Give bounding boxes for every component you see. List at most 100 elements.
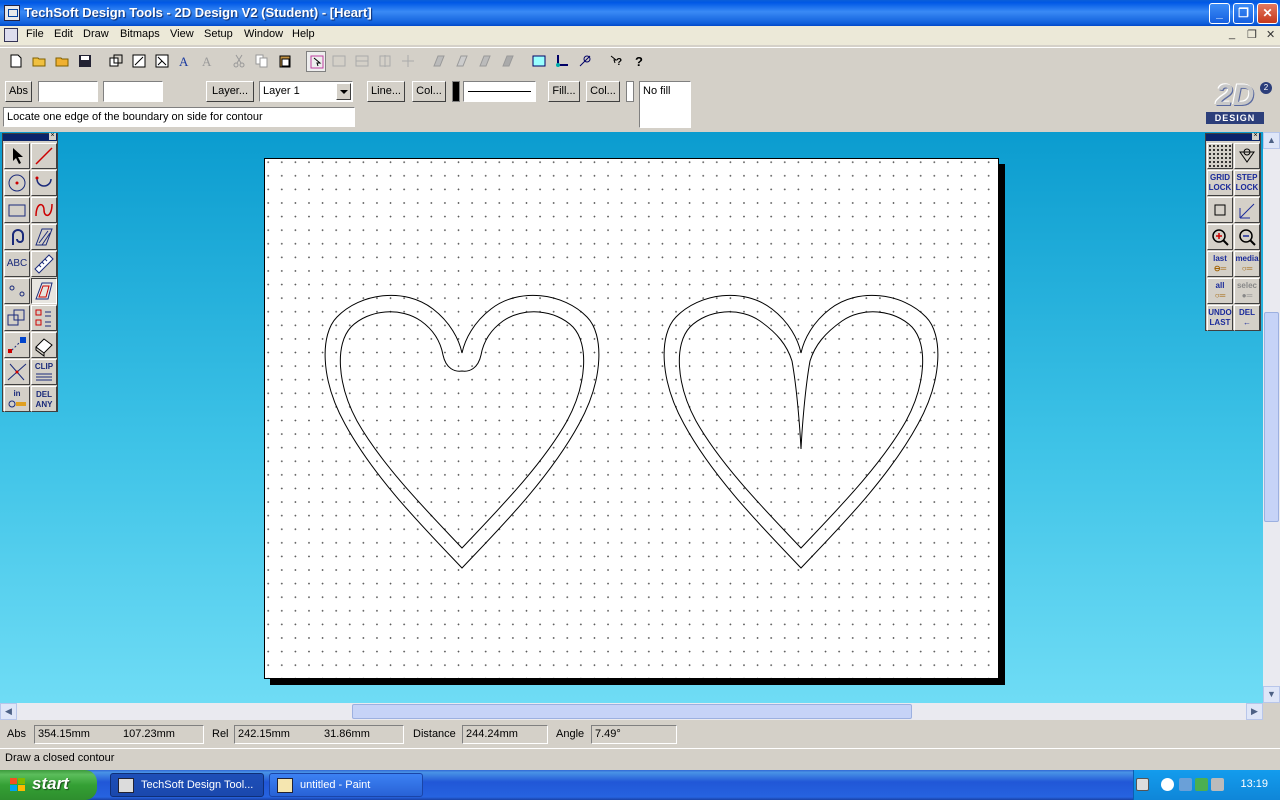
menu-edit[interactable]: Edit (54, 28, 73, 40)
open-other-button[interactable] (52, 51, 72, 72)
text-style2-button[interactable]: A (198, 51, 218, 72)
menu-view[interactable]: View (170, 28, 194, 40)
delete-any-tool[interactable]: DEL ANY (31, 386, 57, 412)
toolbox-titlebar[interactable]: × (3, 132, 57, 141)
arc-tool[interactable] (31, 170, 57, 196)
spiral-tool[interactable] (4, 224, 30, 250)
mdi-close-icon[interactable]: ✕ (1266, 28, 1275, 41)
order-backward-button[interactable] (498, 51, 518, 72)
axis-button[interactable] (1234, 197, 1260, 223)
text-style-button[interactable]: A (175, 51, 195, 72)
drawing-canvas[interactable] (265, 159, 1000, 680)
document-icon[interactable] (4, 28, 18, 42)
open-button[interactable] (29, 51, 49, 72)
right-heart-outer[interactable] (663, 294, 939, 569)
order-forward-button[interactable] (475, 51, 495, 72)
undo-last-button[interactable]: UNDO LAST (1207, 305, 1233, 331)
scale-tool[interactable] (4, 305, 30, 331)
ungroup-button[interactable] (352, 51, 372, 72)
start-button[interactable]: start (0, 770, 97, 800)
select-tool[interactable] (4, 143, 30, 169)
tool-a-button[interactable] (106, 51, 126, 72)
keyboard-icon[interactable] (1136, 778, 1149, 791)
menu-setup[interactable]: Setup (204, 28, 233, 40)
chevron-left-icon[interactable] (1161, 778, 1174, 791)
zoom-out-button[interactable] (1234, 224, 1260, 250)
abs-toggle-button[interactable]: Abs (5, 81, 32, 102)
left-heart-outer[interactable] (324, 294, 600, 569)
measure-button[interactable] (575, 51, 595, 72)
chevron-down-icon[interactable] (336, 83, 351, 100)
line-color-button[interactable]: Col... (412, 81, 446, 102)
view-page-button[interactable] (529, 51, 549, 72)
scroll-right-icon[interactable]: ▶ (1246, 703, 1263, 720)
security-icon[interactable] (1195, 778, 1208, 791)
vertical-scrollbar[interactable]: ▲ ▼ (1263, 132, 1280, 703)
erase-tool[interactable] (31, 332, 57, 358)
line-style-button[interactable]: Line... (367, 81, 405, 102)
paste-button[interactable] (275, 51, 295, 72)
mdi-minimize-icon[interactable]: _ (1229, 28, 1235, 40)
close-icon[interactable]: × (49, 132, 56, 140)
line-tool[interactable] (31, 143, 57, 169)
menu-window[interactable]: Window (244, 28, 283, 40)
menu-draw[interactable]: Draw (83, 28, 109, 40)
right-heart-inner[interactable] (678, 311, 924, 549)
clip-tool[interactable]: CLIP (31, 359, 57, 385)
grid-toggle-button[interactable] (1207, 143, 1233, 169)
tool-c-button[interactable] (152, 51, 172, 72)
zoom-in-tool[interactable]: in (4, 386, 30, 412)
step-lock-button[interactable]: STEP LOCK (1234, 170, 1260, 196)
line-color-swatch[interactable] (452, 81, 460, 102)
close-icon[interactable]: × (1252, 132, 1259, 140)
bezier-tool[interactable] (31, 197, 57, 223)
distribute-button[interactable] (398, 51, 418, 72)
zoom-media-button[interactable]: media ○═ (1234, 251, 1260, 277)
network-icon[interactable] (1179, 778, 1192, 791)
scroll-left-icon[interactable]: ◀ (0, 703, 17, 720)
zoom-all-button[interactable]: all ○═ (1207, 278, 1233, 304)
rectangle-tool[interactable] (4, 197, 30, 223)
hardware-icon[interactable] (1211, 778, 1224, 791)
hatch-tool[interactable] (31, 224, 57, 250)
scroll-up-icon[interactable]: ▲ (1263, 132, 1280, 149)
coord-x-input[interactable] (38, 81, 98, 102)
select-pointer-button[interactable] (306, 51, 326, 72)
new-button[interactable] (6, 51, 26, 72)
order-front-button[interactable] (429, 51, 449, 72)
task-paint[interactable]: untitled - Paint (269, 773, 423, 797)
save-button[interactable] (75, 51, 95, 72)
align-button[interactable] (375, 51, 395, 72)
fill-color-swatch[interactable] (626, 81, 634, 102)
group-button[interactable] (329, 51, 349, 72)
fill-color-button[interactable]: Col... (586, 81, 620, 102)
frame-button[interactable] (1207, 197, 1233, 223)
view-toolbox-titlebar[interactable]: × (1206, 132, 1260, 141)
mdi-restore-icon[interactable]: ❐ (1247, 28, 1257, 41)
zoom-select-button[interactable]: selec ●═ (1234, 278, 1260, 304)
zoom-in-button[interactable] (1207, 224, 1233, 250)
text-tool[interactable]: ABC (4, 251, 30, 277)
maximize-button[interactable]: ❐ (1233, 3, 1254, 24)
minimize-button[interactable]: _ (1209, 3, 1230, 24)
grid-lock-button[interactable]: GRID LOCK (1207, 170, 1233, 196)
tool-b-button[interactable] (129, 51, 149, 72)
axes-button[interactable] (552, 51, 572, 72)
trim-tool[interactable] (4, 359, 30, 385)
app-icon[interactable] (4, 5, 20, 21)
line-sample[interactable] (463, 81, 536, 102)
points-tool[interactable] (4, 278, 30, 304)
scroll-down-icon[interactable]: ▼ (1263, 686, 1280, 703)
left-heart-inner[interactable] (339, 311, 585, 549)
fill-button[interactable]: Fill... (548, 81, 580, 102)
zoom-last-button[interactable]: last ⊖═ (1207, 251, 1233, 277)
menu-file[interactable]: File (26, 28, 44, 40)
horizontal-scroll-thumb[interactable] (352, 704, 912, 719)
snap-button[interactable] (1234, 143, 1260, 169)
vertical-scroll-thumb[interactable] (1264, 312, 1279, 522)
circle-tool[interactable] (4, 170, 30, 196)
cut-button[interactable] (229, 51, 249, 72)
move-tool[interactable] (4, 332, 30, 358)
menu-bitmaps[interactable]: Bitmaps (120, 28, 160, 40)
horizontal-scrollbar[interactable]: ◀ ▶ (0, 703, 1263, 720)
